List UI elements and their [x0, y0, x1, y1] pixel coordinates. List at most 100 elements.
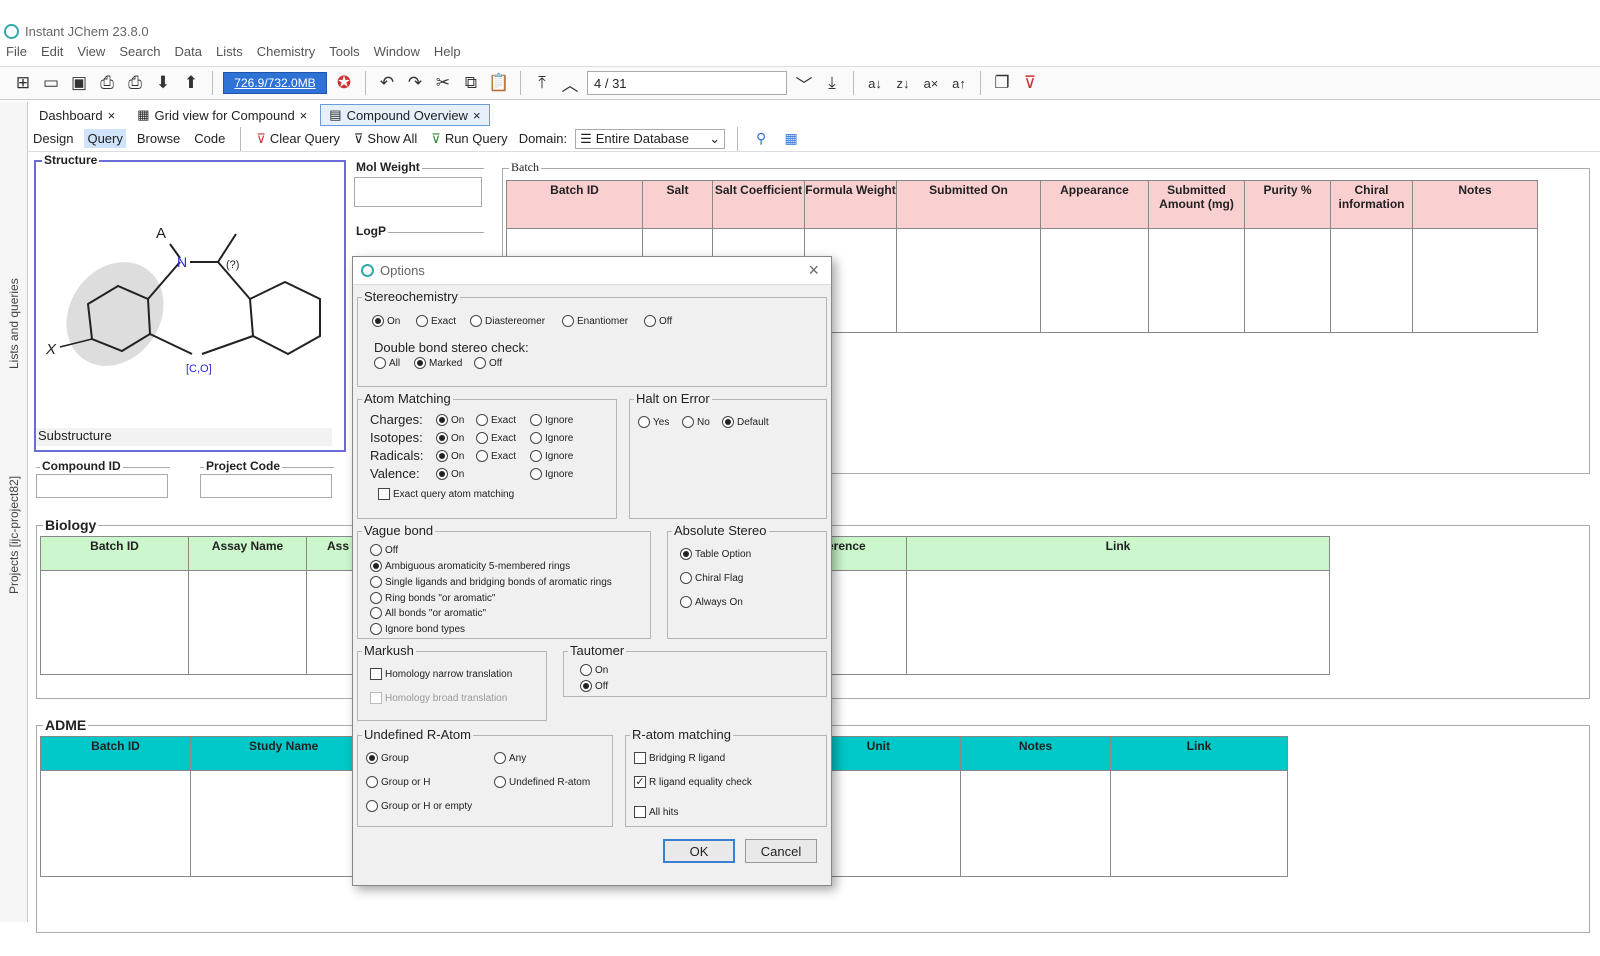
charges-exact-radio[interactable]: Exact: [476, 414, 516, 426]
column-header[interactable]: Chiral information: [1330, 180, 1413, 229]
bridging-r-ligand-checkbox[interactable]: Bridging R ligand: [634, 752, 725, 764]
radicals-exact-radio[interactable]: Exact: [476, 450, 516, 462]
next-record-icon[interactable]: ﹀: [793, 72, 815, 95]
first-record-icon[interactable]: ⤒: [531, 72, 553, 94]
abs-stereo-chiral-radio[interactable]: Chiral Flag: [680, 572, 743, 584]
stereo-enantiomer-radio[interactable]: Enantiomer: [562, 315, 628, 327]
browse-button[interactable]: Browse: [134, 129, 183, 148]
radicals-ignore-radio[interactable]: Ignore: [530, 450, 573, 462]
menu-item-view[interactable]: View: [77, 44, 105, 64]
menu-item-chemistry[interactable]: Chemistry: [257, 44, 316, 64]
r-atom-undefined-radio[interactable]: Undefined R-atom: [494, 776, 590, 788]
copy-icon[interactable]: ⧉: [460, 72, 482, 94]
paste-icon[interactable]: 📋: [488, 72, 510, 94]
menu-item-edit[interactable]: Edit: [41, 44, 63, 64]
menu-item-lists[interactable]: Lists: [216, 44, 243, 64]
compound-id-field[interactable]: [36, 474, 168, 498]
structure-search-icon[interactable]: ⚲: [750, 128, 772, 150]
menu-item-search[interactable]: Search: [119, 44, 160, 64]
vague-bond-option[interactable]: Ignore bond types: [370, 623, 465, 635]
vague-bond-option[interactable]: Ring bonds "or aromatic": [370, 592, 495, 604]
halt-yes-radio[interactable]: Yes: [638, 416, 669, 428]
clear-query-button[interactable]: ⊽ Clear Query: [253, 129, 343, 149]
column-header[interactable]: Link: [906, 536, 1330, 571]
tab-dashboard[interactable]: Dashboard ×: [30, 104, 124, 126]
stereo-on-radio[interactable]: On: [372, 315, 400, 327]
column-header[interactable]: Batch ID: [506, 180, 643, 229]
vague-bond-option[interactable]: All bonds "or aromatic": [370, 607, 486, 619]
column-header[interactable]: erence: [826, 536, 907, 571]
isotopes-on-radio[interactable]: On: [436, 432, 464, 444]
tautomer-on-radio[interactable]: On: [580, 664, 608, 676]
charges-ignore-radio[interactable]: Ignore: [530, 414, 573, 426]
record-navigator[interactable]: 4 / 31: [587, 71, 787, 95]
vague-bond-option[interactable]: Single ligands and bridging bonds of aro…: [370, 576, 612, 588]
isotopes-ignore-radio[interactable]: Ignore: [530, 432, 573, 444]
new-icon[interactable]: ⊞: [12, 72, 34, 94]
abs-stereo-table-radio[interactable]: Table Option: [680, 548, 751, 560]
column-header[interactable]: Link: [1110, 736, 1288, 771]
r-atom-group-radio[interactable]: Group: [366, 752, 409, 764]
double-bond-all-radio[interactable]: All: [374, 357, 400, 369]
stereo-off-radio[interactable]: Off: [644, 315, 672, 327]
isotopes-exact-radio[interactable]: Exact: [476, 432, 516, 444]
homology-broad-checkbox[interactable]: Homology broad translation: [370, 692, 507, 704]
column-header[interactable]: Assay Name: [188, 536, 307, 571]
sort-ascending-icon[interactable]: a↓: [864, 72, 886, 94]
print-preview-icon[interactable]: ⎙: [124, 72, 146, 94]
design-button[interactable]: Design: [30, 129, 76, 148]
previous-record-icon[interactable]: ︿: [559, 72, 581, 95]
print-icon[interactable]: ⎙: [96, 72, 118, 94]
save-icon[interactable]: ▣: [68, 72, 90, 94]
double-bond-off-radio[interactable]: Off: [474, 357, 502, 369]
memory-indicator[interactable]: 726.9/732.0MB: [223, 72, 327, 94]
close-icon[interactable]: ×: [808, 260, 819, 281]
gc-icon[interactable]: ✪: [333, 72, 355, 94]
domain-select[interactable]: ☰ Entire Database ⌄: [575, 128, 726, 149]
stereo-exact-radio[interactable]: Exact: [416, 315, 456, 327]
r-atom-group-or-h-radio[interactable]: Group or H: [366, 776, 430, 788]
structure-drawing[interactable]: A N (?) X [C,O]: [40, 174, 340, 424]
column-header[interactable]: Notes: [1412, 180, 1538, 229]
close-icon[interactable]: ×: [473, 108, 481, 123]
homology-narrow-checkbox[interactable]: Homology narrow translation: [370, 668, 512, 680]
radicals-on-radio[interactable]: On: [436, 450, 464, 462]
menu-item-file[interactable]: File: [6, 44, 27, 64]
vague-bond-option[interactable]: Ambiguous aromaticity 5-membered rings: [370, 560, 570, 572]
column-header[interactable]: Submitted On: [896, 180, 1041, 229]
cancel-button[interactable]: Cancel: [745, 839, 817, 863]
r-atom-any-radio[interactable]: Any: [494, 752, 526, 764]
filter-icon[interactable]: ⊽: [1019, 72, 1041, 94]
search-mode[interactable]: Substructure: [36, 428, 332, 446]
stereo-diastereomer-radio[interactable]: Diastereomer: [470, 315, 545, 327]
double-bond-marked-radio[interactable]: Marked: [414, 357, 462, 369]
column-header[interactable]: Batch ID: [40, 536, 189, 571]
column-header[interactable]: Purity %: [1244, 180, 1331, 229]
halt-no-radio[interactable]: No: [682, 416, 710, 428]
charges-on-radio[interactable]: On: [436, 414, 464, 426]
menu-item-data[interactable]: Data: [175, 44, 202, 64]
project-code-field[interactable]: [200, 474, 332, 498]
vague-bond-option[interactable]: Off: [370, 544, 398, 556]
query-button[interactable]: Query: [84, 129, 126, 148]
open-icon[interactable]: ▭: [40, 72, 62, 94]
sidebar-lists-queries[interactable]: Lists and queries: [7, 149, 21, 369]
all-hits-checkbox[interactable]: All hits: [634, 806, 678, 818]
sort-descending-icon[interactable]: z↓: [892, 72, 914, 94]
column-header[interactable]: Salt: [642, 180, 713, 229]
sort-options-icon[interactable]: a↑: [948, 72, 970, 94]
column-header[interactable]: Submitted Amount (mg): [1148, 180, 1245, 229]
close-icon[interactable]: ×: [108, 108, 116, 123]
close-icon[interactable]: ×: [300, 108, 308, 123]
clear-sort-icon[interactable]: a×: [920, 72, 942, 94]
exact-query-checkbox[interactable]: Exact query atom matching: [378, 488, 514, 500]
export-icon[interactable]: ⬆: [180, 72, 202, 94]
menu-item-window[interactable]: Window: [374, 44, 420, 64]
r-atom-group-h-empty-radio[interactable]: Group or H or empty: [366, 800, 472, 812]
abs-stereo-always-radio[interactable]: Always On: [680, 596, 743, 608]
column-header[interactable]: Batch ID: [40, 736, 191, 771]
window-icon[interactable]: ❐: [991, 72, 1013, 94]
column-header[interactable]: Notes: [960, 736, 1111, 771]
run-query-button[interactable]: ⊽ Run Query: [428, 129, 510, 149]
redo-icon[interactable]: ↷: [404, 72, 426, 94]
